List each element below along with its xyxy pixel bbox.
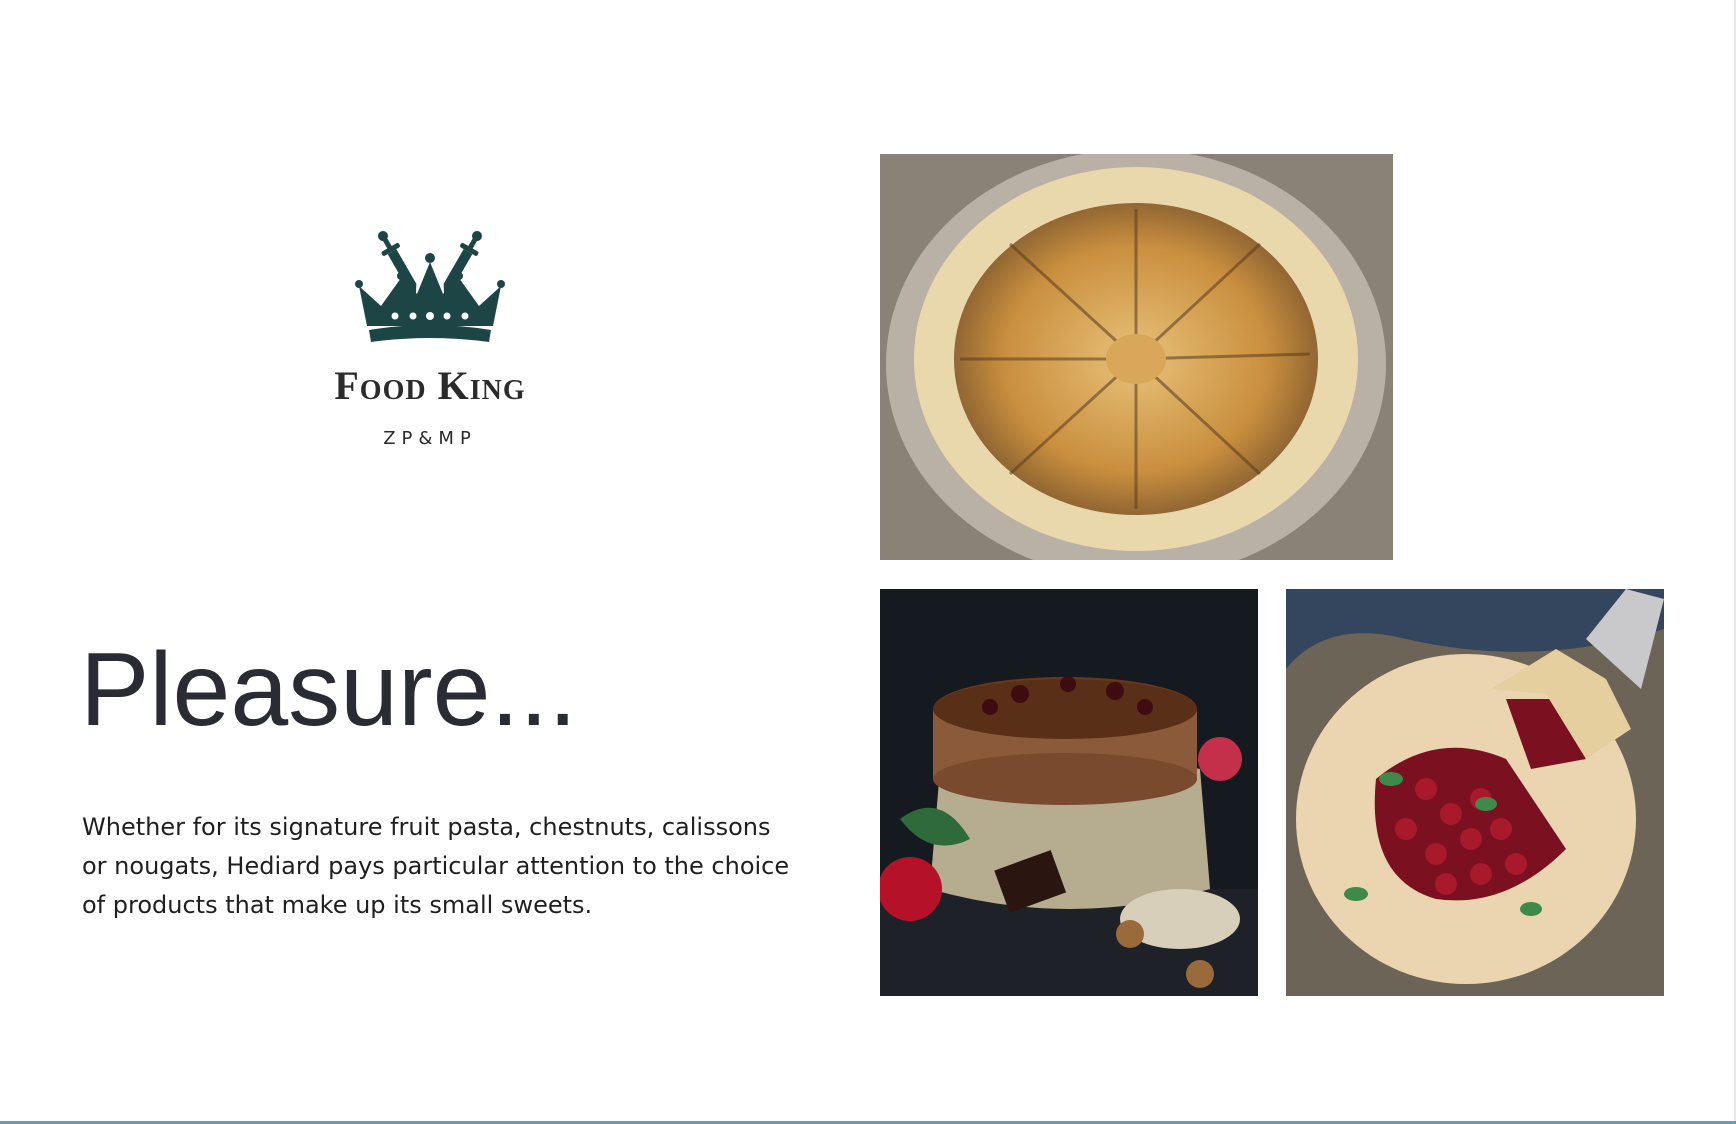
apple-galette-photo [880, 154, 1393, 560]
page-title: Pleasure... [80, 631, 578, 748]
cherry-galette-photo [1286, 589, 1664, 996]
brand-name: Food King [334, 363, 526, 408]
brand-subtitle: ZP&MP [383, 428, 477, 449]
crown-with-swords-icon [355, 231, 505, 342]
description-text: Whether for its signature fruit pasta, c… [82, 813, 790, 919]
brand-logo: Food King ZP&MP [270, 228, 590, 458]
chocolate-cherry-cake-photo [880, 589, 1258, 996]
page: Food King ZP&MP Pleasure... Whether for … [0, 0, 1736, 1124]
